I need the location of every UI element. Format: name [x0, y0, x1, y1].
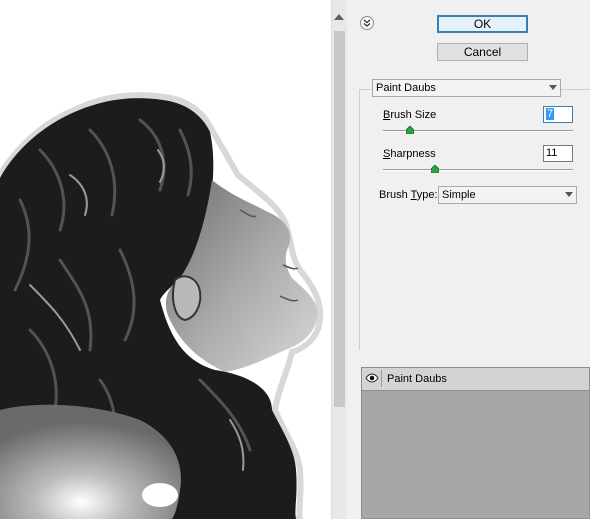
brush-size-slider-thumb[interactable]	[405, 126, 414, 134]
brush-type-value: Simple	[442, 189, 476, 201]
effect-layers-panel[interactable]: Paint Daubs	[361, 367, 590, 519]
filter-select-value: Paint Daubs	[376, 82, 436, 94]
brush-size-label: Brush Size	[383, 109, 437, 121]
sharpness-input[interactable]: 11	[543, 145, 573, 162]
chevron-down-icon	[565, 192, 573, 197]
sharpness-value: 11	[546, 147, 558, 159]
effect-layer-row[interactable]: Paint Daubs	[362, 368, 589, 391]
eye-icon[interactable]	[364, 370, 382, 387]
brush-type-select[interactable]: Simple	[438, 186, 577, 204]
cancel-button[interactable]: Cancel	[437, 43, 528, 61]
brush-size-value: 7	[546, 108, 555, 120]
scrollbar-thumb[interactable]	[334, 31, 345, 407]
preview-scrollbar[interactable]	[331, 0, 347, 519]
chevron-down-icon	[549, 85, 557, 90]
effect-layer-name: Paint Daubs	[387, 373, 447, 385]
preview-image	[0, 92, 324, 519]
double-chevron-down-icon[interactable]	[360, 16, 374, 30]
filter-settings-group	[359, 89, 590, 350]
brush-type-label: Brush Type:	[379, 189, 438, 201]
sharpness-label: Sharpness	[383, 148, 436, 160]
sharpness-slider-track[interactable]	[383, 169, 573, 171]
sharpness-slider-thumb[interactable]	[431, 165, 440, 173]
ok-button[interactable]: OK	[437, 15, 528, 33]
brush-size-input[interactable]: 7	[543, 106, 573, 123]
filter-select[interactable]: Paint Daubs	[372, 79, 561, 97]
scroll-up-arrow-icon[interactable]	[334, 14, 344, 20]
filter-preview[interactable]	[0, 0, 331, 519]
filter-settings-panel: OK Cancel Paint Daubs Brush Size 7 Sharp…	[347, 0, 590, 519]
